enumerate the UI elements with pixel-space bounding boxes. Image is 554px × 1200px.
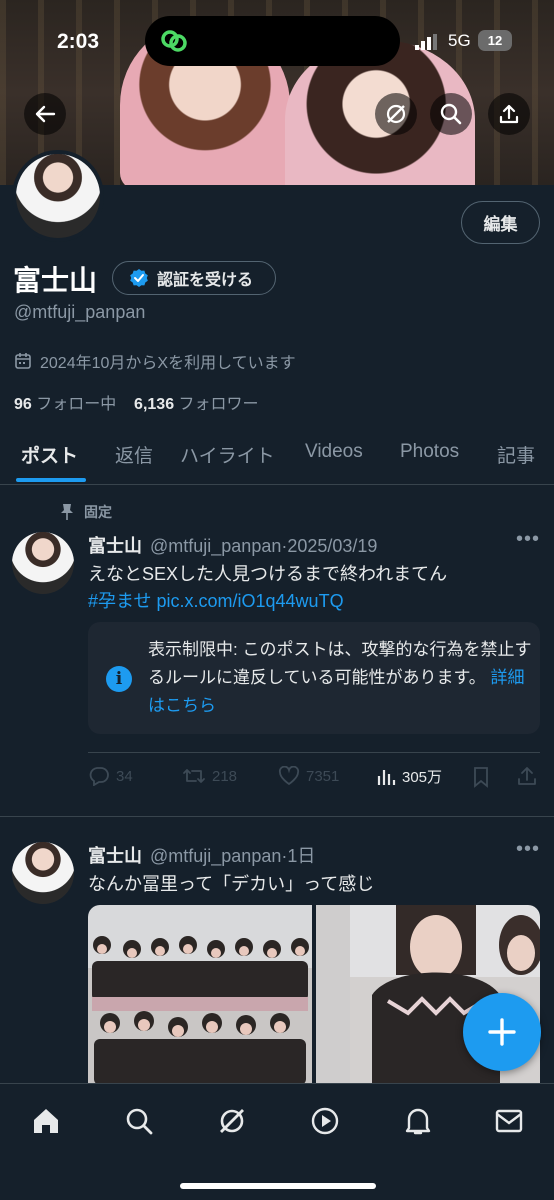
post-author-name[interactable]: 富士山: [88, 532, 142, 558]
share-button[interactable]: [488, 93, 530, 135]
post-media-link[interactable]: pic.x.com/iO1q44wuTQ: [157, 591, 344, 611]
nav-video[interactable]: [308, 1104, 342, 1138]
play-icon: [311, 1107, 339, 1135]
profile-tabs: ポスト 返信 ハイライト Videos Photos 記事: [0, 425, 554, 485]
post-more-button[interactable]: •••: [516, 838, 540, 861]
post-author-handle[interactable]: @mtfuji_panpan: [150, 846, 281, 867]
search-icon: [126, 1108, 153, 1135]
profile-avatar[interactable]: [12, 150, 104, 242]
post-avatar[interactable]: [12, 842, 74, 904]
feed-divider: [0, 816, 554, 817]
like-button[interactable]: 7351: [278, 766, 339, 786]
post-text: えなとSEXした人見つけるまで終われまてん: [88, 564, 448, 584]
get-verified-label: 認証を受ける: [157, 272, 254, 289]
grok-button[interactable]: [375, 93, 417, 135]
post-avatar[interactable]: [12, 532, 74, 594]
network-type: 5G: [448, 31, 471, 50]
notice-text: 表示制限中: このポストは、攻撃的な行為を禁止するルールに違反している可能性があ…: [148, 640, 532, 715]
joined-date: 2024年10月からXを利用しています: [14, 349, 296, 373]
share-icon: [499, 104, 519, 124]
post-author-handle[interactable]: @mtfuji_panpan: [150, 536, 281, 557]
nav-messages[interactable]: [492, 1104, 526, 1138]
post-more-button[interactable]: •••: [516, 528, 540, 551]
back-arrow-icon: [35, 105, 56, 123]
post-text: なんか冨里って「デカい」って感じ: [88, 874, 375, 894]
tab-videos[interactable]: Videos: [305, 441, 363, 463]
post-hashtag[interactable]: #孕ませ: [88, 591, 151, 611]
post-actions: 34 218 7351 305万: [88, 760, 543, 794]
battery-indicator: 12: [478, 30, 512, 51]
post-date[interactable]: 2025/03/19: [287, 536, 377, 557]
bookmark-icon[interactable]: [472, 766, 490, 788]
grok-icon: [220, 1109, 244, 1133]
tab-highlights[interactable]: ハイライト: [180, 441, 275, 468]
nav-search[interactable]: [122, 1104, 156, 1138]
views-button[interactable]: 305万: [376, 766, 442, 787]
signal-icon: [415, 34, 437, 50]
grok-icon: [386, 104, 406, 124]
tab-active-indicator: [16, 478, 86, 482]
profile-name: 富士山: [13, 265, 98, 296]
group-photo: [92, 936, 309, 1085]
following-link[interactable]: 96 フォロー中: [14, 396, 116, 413]
reply-button[interactable]: 34: [88, 766, 133, 786]
post-links: #孕ませ pic.x.com/iO1q44wuTQ: [88, 587, 344, 613]
repost-button[interactable]: 218: [182, 766, 237, 786]
bell-icon: [405, 1108, 431, 1135]
tab-photos[interactable]: Photos: [400, 441, 459, 463]
tab-replies[interactable]: 返信: [115, 441, 153, 468]
pinned-label: 固定: [60, 502, 112, 522]
nav-home[interactable]: [29, 1104, 63, 1138]
restricted-notice: i 表示制限中: このポストは、攻撃的な行為を禁止するルールに違反している可能性…: [88, 622, 540, 734]
nav-grok[interactable]: [215, 1104, 249, 1138]
home-icon: [34, 1109, 58, 1133]
heart-icon: [278, 766, 300, 786]
status-bar: 2:03 5G 12: [0, 0, 554, 84]
views-icon: [377, 769, 396, 785]
post-date[interactable]: 1日: [287, 842, 315, 868]
pin-icon: [61, 504, 73, 520]
status-time: 2:03: [57, 30, 100, 53]
calendar-icon: [15, 353, 31, 369]
verified-badge-icon: [130, 269, 148, 287]
plus-icon: [488, 1018, 516, 1046]
search-icon: [440, 103, 462, 125]
share-post-icon[interactable]: [516, 765, 538, 787]
home-indicator: [180, 1183, 376, 1189]
profile-handle: @mtfuji_panpan: [14, 302, 146, 322]
search-button[interactable]: [430, 93, 472, 135]
tab-articles[interactable]: 記事: [497, 441, 535, 468]
repost-icon: [183, 769, 205, 783]
info-icon: i: [106, 666, 132, 692]
post-image-group-photo[interactable]: [88, 905, 312, 1085]
reply-icon: [89, 767, 109, 786]
get-verified-button[interactable]: 認証を受ける: [112, 261, 276, 295]
post-header: 富士山 @mtfuji_panpan · 1日: [88, 842, 315, 868]
profile-screen: { "status_bar": {"time": "2:03", "networ…: [0, 0, 554, 1200]
joined-text: 2024年10月からXを利用しています: [40, 355, 296, 372]
dynamic-island: [145, 16, 400, 66]
tab-posts[interactable]: ポスト: [21, 441, 78, 468]
post-divider: [88, 752, 540, 753]
post-header: 富士山 @mtfuji_panpan · 2025/03/19: [88, 532, 377, 558]
followers-link[interactable]: 6,136 フォロワー: [134, 396, 259, 413]
mail-icon: [495, 1109, 523, 1133]
follow-stats: 96 フォロー中 6,136 フォロワー: [14, 390, 259, 414]
nav-notifications[interactable]: [401, 1104, 435, 1138]
pinned-text: 固定: [84, 504, 112, 520]
edit-profile-button[interactable]: 編集: [461, 201, 540, 244]
post-author-name[interactable]: 富士山: [88, 842, 142, 868]
link-icon: [161, 30, 187, 52]
back-button[interactable]: [24, 93, 66, 135]
compose-button[interactable]: [463, 993, 541, 1071]
